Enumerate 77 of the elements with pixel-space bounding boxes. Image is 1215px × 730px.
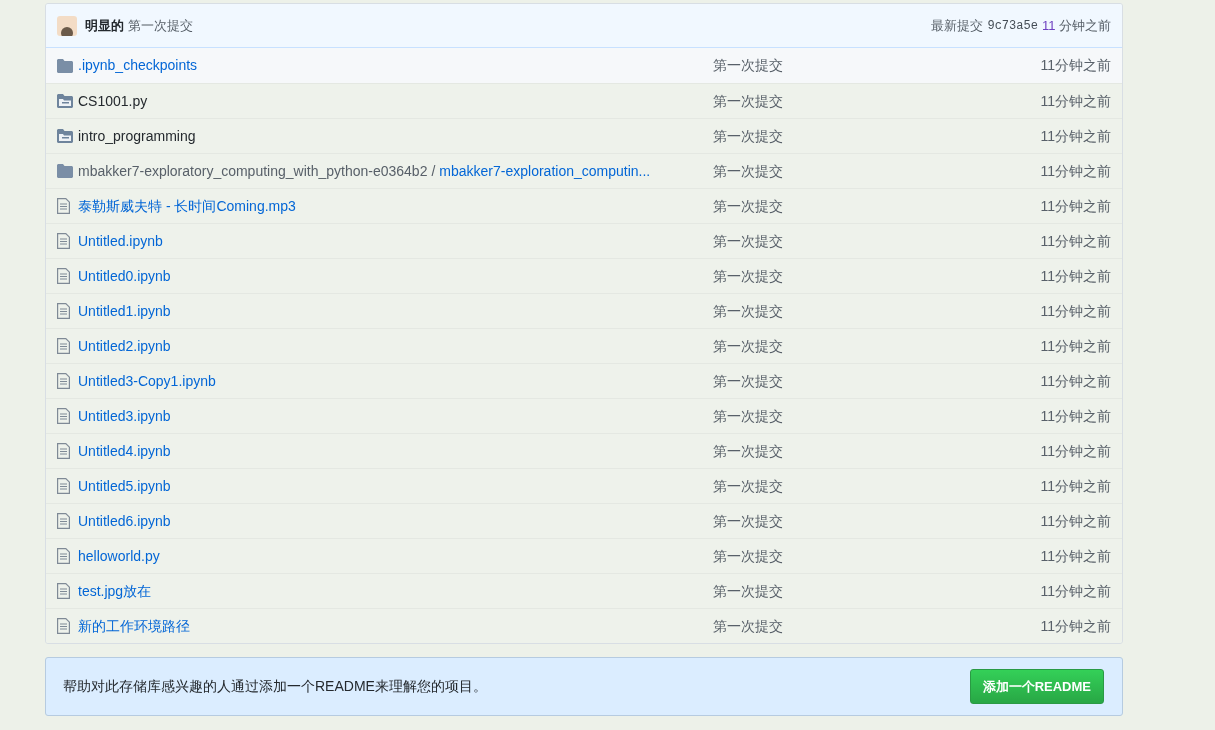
commit-age: 11 分钟之前 — [1041, 16, 1111, 35]
commit-age: 11分钟之前 — [1039, 441, 1112, 461]
commit-age: 11分钟之前 — [1039, 546, 1112, 566]
commit-message-link[interactable]: 第一次提交 — [713, 160, 1013, 182]
file-icon — [57, 338, 70, 354]
file-link[interactable]: Untitled3.ipynb — [78, 407, 171, 424]
commit-message-link[interactable]: 第一次提交 — [713, 195, 1013, 217]
commit-age: 11分钟之前 — [1039, 336, 1112, 356]
commit-age: 11分钟之前 — [1039, 476, 1112, 496]
file-link[interactable]: helloworld.py — [78, 547, 160, 564]
folder-icon — [57, 58, 73, 73]
file-icon — [57, 408, 70, 424]
file-link[interactable]: Untitled0.ipynb — [78, 267, 171, 284]
commit-age: 11分钟之前 — [1039, 196, 1112, 216]
file-icon — [57, 373, 70, 389]
commit-message-link[interactable]: 第一次提交 — [713, 55, 1013, 76]
commit-message-link[interactable]: 第一次提交 — [713, 510, 1013, 532]
file-icon — [57, 478, 70, 494]
commit-message-link[interactable]: 第一次提交 — [713, 475, 1013, 497]
commit-age: 11分钟之前 — [1039, 126, 1112, 146]
file-link[interactable]: Untitled5.ipynb — [78, 477, 171, 494]
folder-link[interactable]: .ipynb_checkpoints — [78, 57, 198, 73]
avatar[interactable] — [57, 15, 77, 36]
folder-link[interactable]: intro_programming — [78, 127, 196, 144]
file-icon — [57, 268, 70, 284]
file-icon — [57, 198, 70, 214]
commit-message-link[interactable]: 第一次提交 — [713, 405, 1013, 427]
folder-link[interactable]: CS1001.py — [78, 92, 148, 109]
file-link[interactable]: 泰勒斯威夫特 - 长时间Coming.mp3 — [78, 197, 296, 214]
commit-message-link[interactable]: 第一次提交 — [713, 265, 1013, 287]
path-separator: / — [431, 162, 436, 179]
commit-age: 11分钟之前 — [1039, 511, 1112, 531]
commit-message-link[interactable]: 第一次提交 — [713, 300, 1013, 322]
file-link[interactable]: Untitled1.ipynb — [78, 302, 171, 319]
commit-age: 11分钟之前 — [1039, 161, 1112, 181]
commit-age: 11分钟之前 — [1039, 406, 1112, 426]
commit-message-link[interactable]: 第一次提交 — [713, 90, 1013, 112]
file-icon — [57, 618, 70, 634]
commit-age: 11分钟之前 — [1039, 91, 1112, 111]
file-icon — [57, 443, 70, 459]
folder-icon — [57, 164, 73, 178]
submodule-name[interactable]: mbakker7-exploratory_computing_with_python-e0364b2 — [78, 162, 428, 179]
file-link[interactable]: Untitled.ipynb — [78, 232, 163, 249]
file-icon — [57, 583, 70, 599]
commit-age: 11分钟之前 — [1039, 266, 1112, 286]
commit-message-link[interactable]: 第一次提交 — [713, 125, 1013, 147]
submodule-link[interactable]: mbakker7-exploration_computin... — [439, 162, 651, 179]
commit-sha[interactable]: 9c73a5e — [987, 16, 1038, 35]
commit-message-link[interactable]: 第一次提交 — [713, 545, 1013, 567]
author-name[interactable]: 明显的 — [85, 15, 124, 36]
folder-icon — [57, 129, 73, 143]
commit-message-link[interactable]: 第一次提交 — [713, 615, 1013, 637]
commit-message[interactable]: 第一次提交 — [128, 15, 193, 36]
file-icon — [57, 548, 70, 564]
readme-prompt-text: 帮助对此存储库感兴趣的人通过添加一个README来理解您的项目。 — [63, 677, 487, 696]
file-link[interactable]: Untitled2.ipynb — [78, 337, 171, 354]
commit-age: 11分钟之前 — [1039, 581, 1112, 601]
commit-message-link[interactable]: 第一次提交 — [713, 230, 1013, 252]
commit-message-link[interactable]: 第一次提交 — [713, 370, 1013, 392]
file-link[interactable]: Untitled4.ipynb — [78, 442, 171, 459]
file-icon — [57, 233, 70, 249]
file-icon — [57, 513, 70, 529]
file-link[interactable]: Untitled6.ipynb — [78, 512, 171, 529]
commit-age: 11分钟之前 — [1039, 56, 1112, 75]
commit-age: 11分钟之前 — [1039, 616, 1112, 636]
file-link[interactable]: Untitled3-Copy1.ipynb — [78, 372, 216, 389]
commit-age: 11分钟之前 — [1039, 231, 1112, 251]
commit-message-link[interactable]: 第一次提交 — [713, 335, 1013, 357]
file-link[interactable]: test.jpg放在 — [78, 582, 152, 599]
latest-commit-label: 最新提交 — [931, 16, 984, 35]
folder-icon — [57, 94, 73, 108]
commit-age: 11分钟之前 — [1039, 301, 1112, 321]
commit-age: 11分钟之前 — [1039, 371, 1112, 391]
commit-message-link[interactable]: 第一次提交 — [713, 580, 1013, 602]
file-icon — [57, 303, 70, 319]
file-link[interactable]: 新的工作环境路径 — [78, 617, 190, 634]
commit-message-link[interactable]: 第一次提交 — [713, 440, 1013, 462]
